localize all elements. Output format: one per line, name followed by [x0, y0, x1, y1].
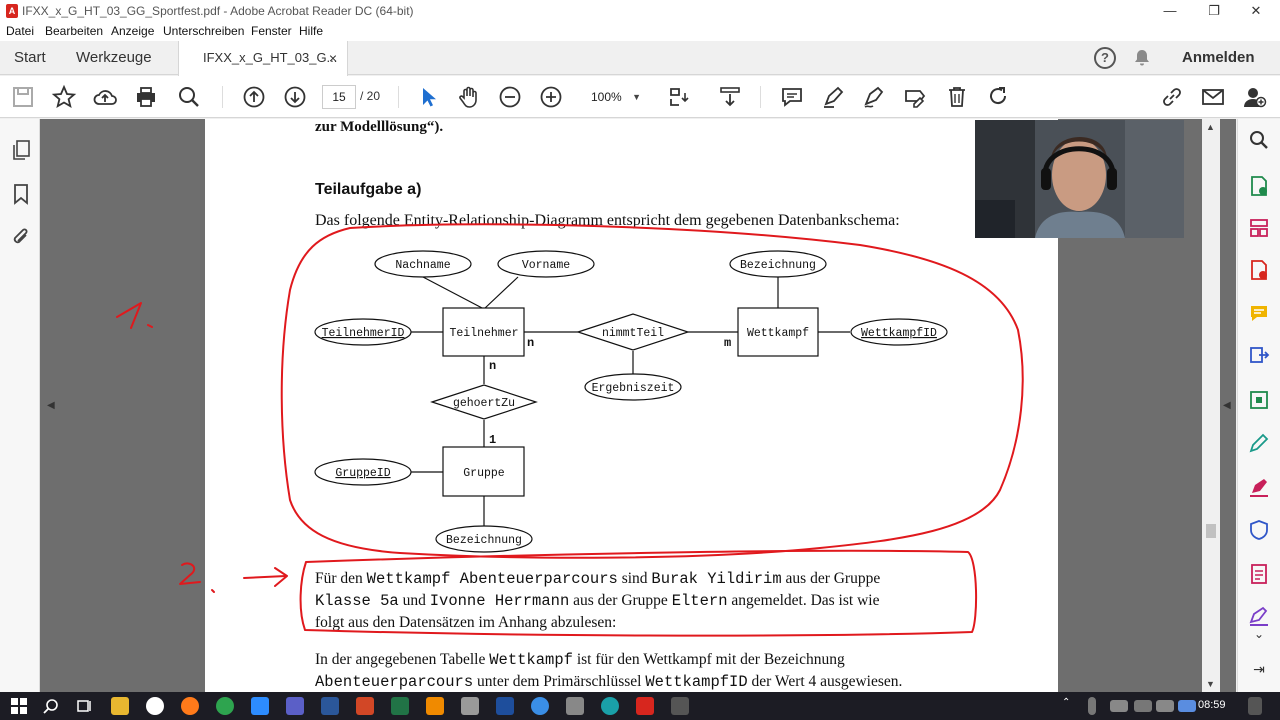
ink-annotations — [116, 223, 1024, 637]
acrobat-taskbar-icon[interactable] — [636, 697, 654, 715]
word-icon[interactable] — [321, 697, 339, 715]
app-icon[interactable] — [531, 697, 549, 715]
search-icon[interactable] — [42, 697, 60, 715]
dropbox-icon[interactable] — [1178, 700, 1196, 712]
edge-icon[interactable] — [601, 697, 619, 715]
browser-icon[interactable] — [146, 697, 164, 715]
more-tools-chevron-icon[interactable]: ⌄ — [1248, 627, 1270, 649]
right-tools-pane: ⌄ ⇥ — [1237, 119, 1280, 692]
annotation-arrow — [243, 567, 288, 587]
zoom-app-icon[interactable] — [251, 697, 269, 715]
protect-shield-icon[interactable] — [1248, 519, 1270, 541]
collapse-pane-icon[interactable]: ⇥ — [1248, 661, 1270, 683]
app-icon[interactable] — [566, 697, 584, 715]
scroll-up-icon[interactable]: ▲ — [1206, 122, 1215, 132]
taskbar-clock[interactable]: 08:59 — [1198, 699, 1226, 711]
scrollbar-thumb[interactable] — [1206, 524, 1216, 538]
create-pdf-icon[interactable] — [1248, 259, 1270, 281]
vlc-icon[interactable] — [426, 697, 444, 715]
send-signature-icon[interactable] — [1248, 605, 1270, 627]
search-zoom-icon[interactable] — [1248, 129, 1270, 151]
windows-taskbar: ⌃ 08:59 — [0, 692, 1280, 720]
export-pdf-icon[interactable] — [1248, 175, 1270, 197]
annotation-number-one — [116, 302, 153, 329]
firefox-icon[interactable] — [181, 697, 199, 715]
powerpoint-icon[interactable] — [356, 697, 374, 715]
windows-start-icon[interactable] — [10, 697, 28, 715]
volume-icon[interactable] — [1156, 700, 1174, 712]
scroll-down-icon[interactable]: ▼ — [1206, 679, 1215, 689]
excel-icon[interactable] — [391, 697, 409, 715]
teams-icon[interactable] — [286, 697, 304, 715]
annotation-diagram-circle — [280, 223, 1024, 559]
chevron-up-icon[interactable]: ⌃ — [1062, 697, 1080, 715]
app-icon[interactable] — [496, 697, 514, 715]
file-explorer-icon[interactable] — [111, 697, 129, 715]
notification-icon[interactable] — [1248, 697, 1262, 715]
microphone-icon[interactable] — [1088, 697, 1096, 715]
app-icon[interactable] — [461, 697, 479, 715]
edit-pdf-icon[interactable] — [1248, 432, 1270, 454]
vertical-scrollbar[interactable]: ▲ ▼ — [1202, 119, 1220, 692]
webcam-video — [975, 120, 1184, 238]
organize-pages-icon[interactable] — [1248, 217, 1270, 239]
task-view-icon[interactable] — [76, 697, 94, 715]
battery-icon[interactable] — [1110, 700, 1128, 712]
chrome-icon[interactable] — [216, 697, 234, 715]
combine-files-icon[interactable] — [1248, 345, 1270, 367]
comment-tool-icon[interactable] — [1248, 303, 1270, 325]
annotation-paragraph-box — [299, 549, 978, 637]
fill-sign-icon[interactable] — [1248, 476, 1270, 498]
network-icon[interactable] — [1134, 700, 1152, 712]
prepare-form-icon[interactable] — [1248, 563, 1270, 585]
app-icon[interactable] — [671, 697, 689, 715]
compress-pdf-icon[interactable] — [1248, 389, 1270, 411]
annotation-number-two — [179, 562, 215, 593]
